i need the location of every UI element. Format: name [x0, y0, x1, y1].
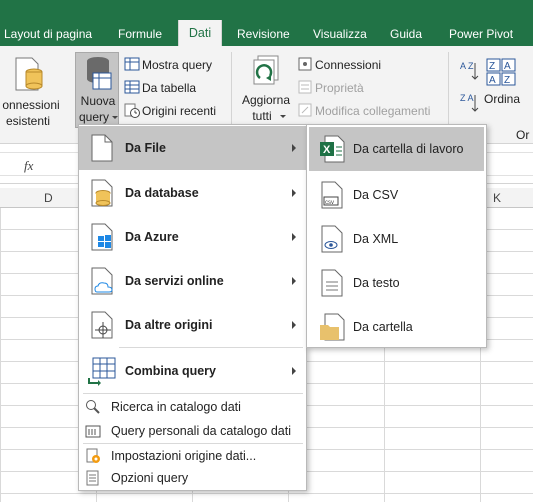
show-query-icon	[124, 57, 140, 71]
menu-item-opzioni-query[interactable]: Opzioni query	[79, 467, 306, 489]
menu-item-da-servizi-online[interactable]: Da servizi online	[79, 259, 306, 303]
column-header-k[interactable]: K	[493, 191, 501, 205]
da-tabella-button[interactable]: Da tabella	[142, 81, 196, 95]
submenu-arrow-icon	[292, 367, 296, 375]
source-settings-icon	[86, 448, 100, 463]
excel-workbook-icon: X	[320, 135, 345, 163]
chevron-down-icon	[280, 115, 286, 118]
edit-links-icon	[298, 103, 312, 117]
submenu-item-da-csv[interactable]: csv Da CSV	[309, 173, 484, 217]
ordina-button[interactable]: Z A A Z Ordina	[484, 56, 520, 116]
nuova-query-menu: Da File Da database Da Azure Da servizi …	[78, 124, 307, 491]
proprieta-button[interactable]: Proprietà	[315, 81, 364, 95]
aggiorna-tutti-label-2: tutti	[252, 109, 272, 123]
new-query-icon	[87, 57, 112, 90]
aggiorna-tutti-button[interactable]: Aggiorna tutti	[238, 52, 294, 128]
sort-za-icon: Z A	[460, 93, 479, 112]
folder-icon	[320, 313, 345, 341]
svg-text:A Z: A Z	[460, 61, 474, 71]
column-header-d[interactable]: D	[44, 191, 53, 205]
connessioni-button[interactable]: Connessioni	[315, 58, 381, 72]
catalog-search-icon	[86, 400, 100, 414]
recent-sources-icon	[124, 103, 140, 118]
tab-power-pivot[interactable]: Power Pivot	[449, 27, 513, 41]
tab-dati[interactable]: Dati	[178, 20, 222, 46]
sort-az-button[interactable]: A Z	[459, 60, 479, 82]
tab-visualizza[interactable]: Visualizza	[313, 27, 367, 41]
other-sources-icon	[91, 311, 113, 339]
sort-az-icon: A Z	[460, 61, 479, 80]
submenu-item-da-xml[interactable]: Da XML	[309, 217, 484, 261]
menu-divider	[83, 443, 303, 444]
tab-guida[interactable]: Guida	[390, 27, 422, 41]
tab-formule[interactable]: Formule	[118, 27, 162, 41]
submenu-arrow-icon	[292, 321, 296, 329]
fx-icon[interactable]: fx	[24, 158, 33, 174]
tab-layout-di-pagina[interactable]: Layout di pagina	[4, 27, 92, 41]
origini-recenti-button[interactable]: Origini recenti	[142, 104, 216, 118]
existing-connections-icon	[15, 57, 43, 91]
svg-text:A: A	[504, 61, 511, 72]
menu-divider	[119, 347, 303, 348]
query-options-icon	[86, 470, 99, 486]
submenu-item-da-cartella[interactable]: Da cartella	[309, 305, 484, 349]
menu-item-da-altre-origini[interactable]: Da altre origini	[79, 303, 306, 347]
menu-item-impostazioni-origine[interactable]: Impostazioni origine dati...	[79, 445, 306, 467]
submenu-arrow-icon	[292, 277, 296, 285]
nuova-query-label-1: Nuova	[80, 94, 116, 108]
sort-icon: Z A A Z	[486, 58, 516, 86]
menu-item-da-azure[interactable]: Da Azure	[79, 215, 306, 259]
svg-text:A: A	[489, 75, 496, 86]
connessioni-esistenti-label-2: esistenti	[5, 114, 51, 128]
ordina-group-label: Or	[516, 128, 530, 142]
submenu-arrow-icon	[292, 189, 296, 197]
menu-item-combina-query[interactable]: Combina query	[79, 349, 306, 393]
connections-icon	[298, 57, 312, 71]
text-file-icon	[321, 269, 343, 297]
tab-revisione[interactable]: Revisione	[237, 27, 290, 41]
menu-item-da-file[interactable]: Da File	[79, 126, 306, 170]
azure-windows-icon	[91, 223, 113, 251]
catalog-query-icon	[85, 425, 101, 438]
mostra-query-button[interactable]: Mostra query	[142, 58, 212, 72]
connessioni-esistenti-button[interactable]: onnessioni esistenti	[0, 52, 68, 132]
submenu-arrow-icon	[292, 233, 296, 241]
submenu-arrow-icon	[292, 144, 296, 152]
svg-text:Z: Z	[489, 61, 495, 72]
svg-text:X: X	[323, 144, 331, 156]
svg-text:Z: Z	[504, 75, 510, 86]
refresh-all-icon	[253, 55, 279, 85]
csv-file-icon: csv	[321, 181, 343, 209]
ordina-label: Ordina	[484, 92, 521, 106]
properties-icon	[298, 80, 312, 94]
ribbon-tab-bar: Layout di pagina Formule Dati Revisione …	[0, 0, 533, 46]
file-icon	[91, 134, 113, 162]
sort-za-button[interactable]: Z A	[459, 92, 479, 114]
nuova-query-label-2: query	[78, 110, 110, 124]
svg-text:csv: csv	[325, 200, 334, 206]
menu-item-da-database[interactable]: Da database	[79, 171, 306, 215]
svg-text:Z A: Z A	[460, 93, 474, 103]
menu-divider	[83, 393, 303, 394]
database-icon	[91, 179, 113, 207]
modifica-collegamenti-button[interactable]: Modifica collegamenti	[315, 104, 430, 118]
submenu-item-da-cartella-di-lavoro[interactable]: X Da cartella di lavoro	[309, 127, 484, 171]
menu-item-query-personali[interactable]: Query personali da catalogo dati	[79, 419, 306, 443]
online-services-icon	[91, 267, 113, 295]
nuova-query-button[interactable]: Nuova query	[75, 52, 119, 128]
combine-query-icon	[88, 357, 116, 386]
menu-item-ricerca-catalogo[interactable]: Ricerca in catalogo dati	[79, 395, 306, 419]
connessioni-esistenti-label-1: onnessioni	[2, 98, 60, 112]
xml-file-icon	[321, 225, 343, 253]
submenu-item-da-testo[interactable]: Da testo	[309, 261, 484, 305]
chevron-down-icon	[112, 116, 118, 119]
aggiorna-tutti-label-1: Aggiorna	[241, 93, 291, 107]
da-file-submenu: X Da cartella di lavoro csv Da CSV Da XM…	[306, 124, 487, 348]
from-table-icon	[124, 80, 140, 94]
